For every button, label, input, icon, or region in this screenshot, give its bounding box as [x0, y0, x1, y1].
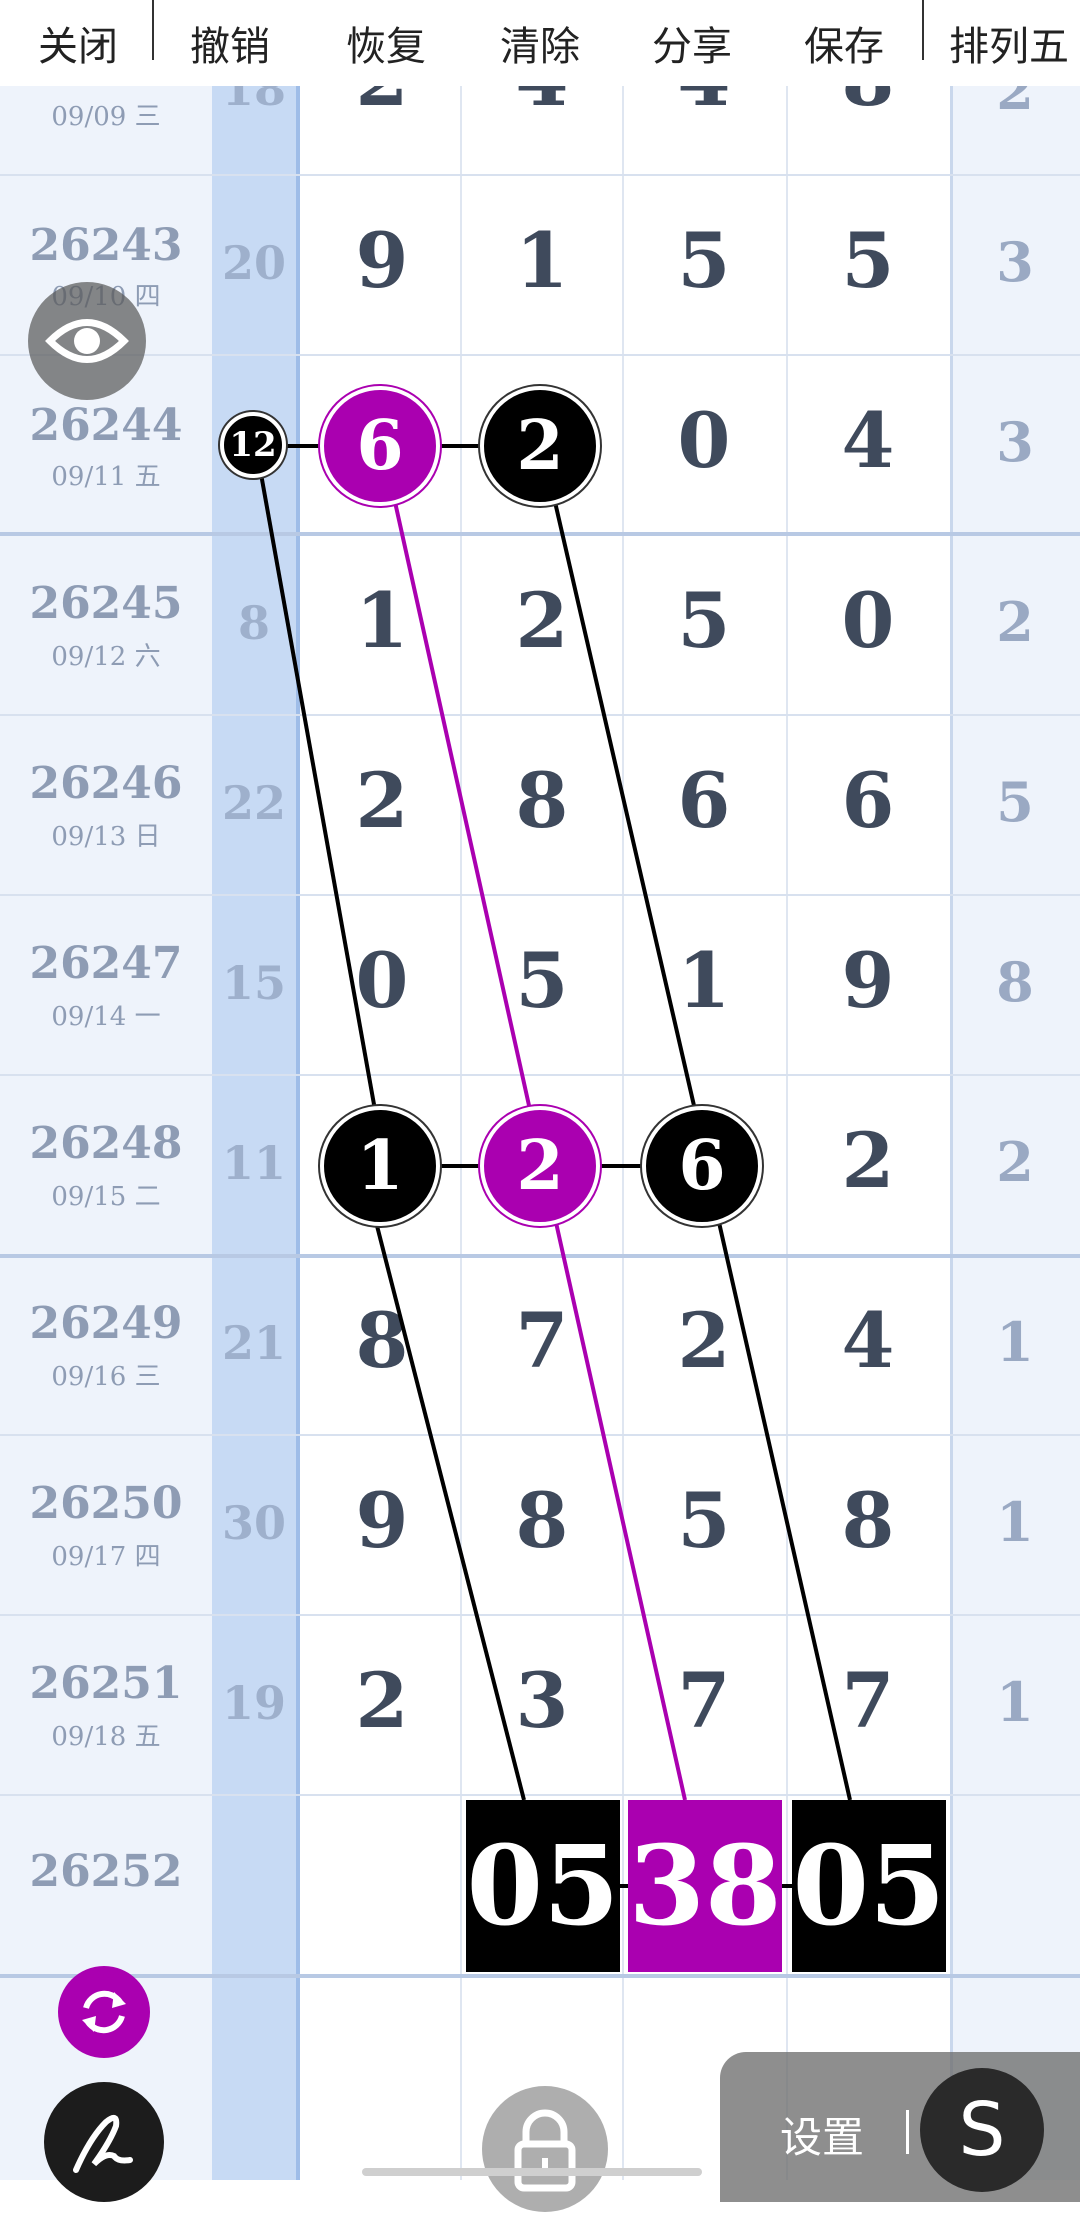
share-button[interactable]: 分享 [632, 22, 752, 72]
trend-line-black [373, 1217, 526, 1801]
pen-button[interactable] [44, 2082, 164, 2202]
trend-line-purple [393, 501, 532, 1111]
digit-ball-black[interactable]: 2 [480, 386, 600, 506]
digit-ball-purple[interactable]: 6 [320, 386, 440, 506]
toolbar-separator [152, 0, 154, 60]
s-mode-button[interactable]: S [920, 2068, 1044, 2192]
close-button[interactable]: 关闭 [18, 22, 138, 72]
save-button[interactable]: 保存 [784, 22, 904, 72]
connector-dash [436, 1164, 486, 1168]
top-toolbar: 关闭 撤销 恢复 清除 分享 保存 排列五 [0, 0, 1080, 86]
pen-icon [73, 2114, 133, 2173]
connector-dash [438, 444, 484, 448]
toolbar-separator [922, 0, 924, 60]
redo-button[interactable]: 恢复 [326, 22, 446, 72]
trend-line-black [254, 445, 377, 1111]
clear-button[interactable]: 清除 [480, 22, 600, 72]
digit-ball-black[interactable]: 1 [320, 1106, 440, 1226]
eye-icon [45, 319, 129, 363]
refresh-icon [82, 1990, 126, 2034]
result-box-left: 05 [466, 1800, 620, 1972]
digit-ball-purple[interactable]: 2 [480, 1106, 600, 1226]
trend-line-purple [553, 1217, 687, 1801]
home-indicator[interactable] [362, 2168, 702, 2176]
connector-dash [286, 444, 322, 448]
lock-icon [514, 2109, 576, 2192]
result-box-middle: 38 [628, 1800, 782, 1972]
result-box-right: 05 [792, 1800, 946, 1972]
eye-toggle-button[interactable] [28, 282, 146, 400]
lock-button[interactable] [482, 2086, 608, 2212]
settings-button[interactable]: 设置 [780, 2104, 864, 2165]
undo-button[interactable]: 撤销 [170, 22, 290, 72]
settings-separator [906, 2110, 909, 2154]
refresh-button[interactable] [58, 1966, 150, 2058]
sum-ball[interactable]: 12 [220, 412, 286, 478]
digit-ball-black[interactable]: 6 [642, 1106, 762, 1226]
trend-line-black [553, 501, 697, 1111]
lottery-type-button[interactable]: 排列五 [938, 22, 1080, 72]
trend-line-black [716, 1217, 852, 1801]
